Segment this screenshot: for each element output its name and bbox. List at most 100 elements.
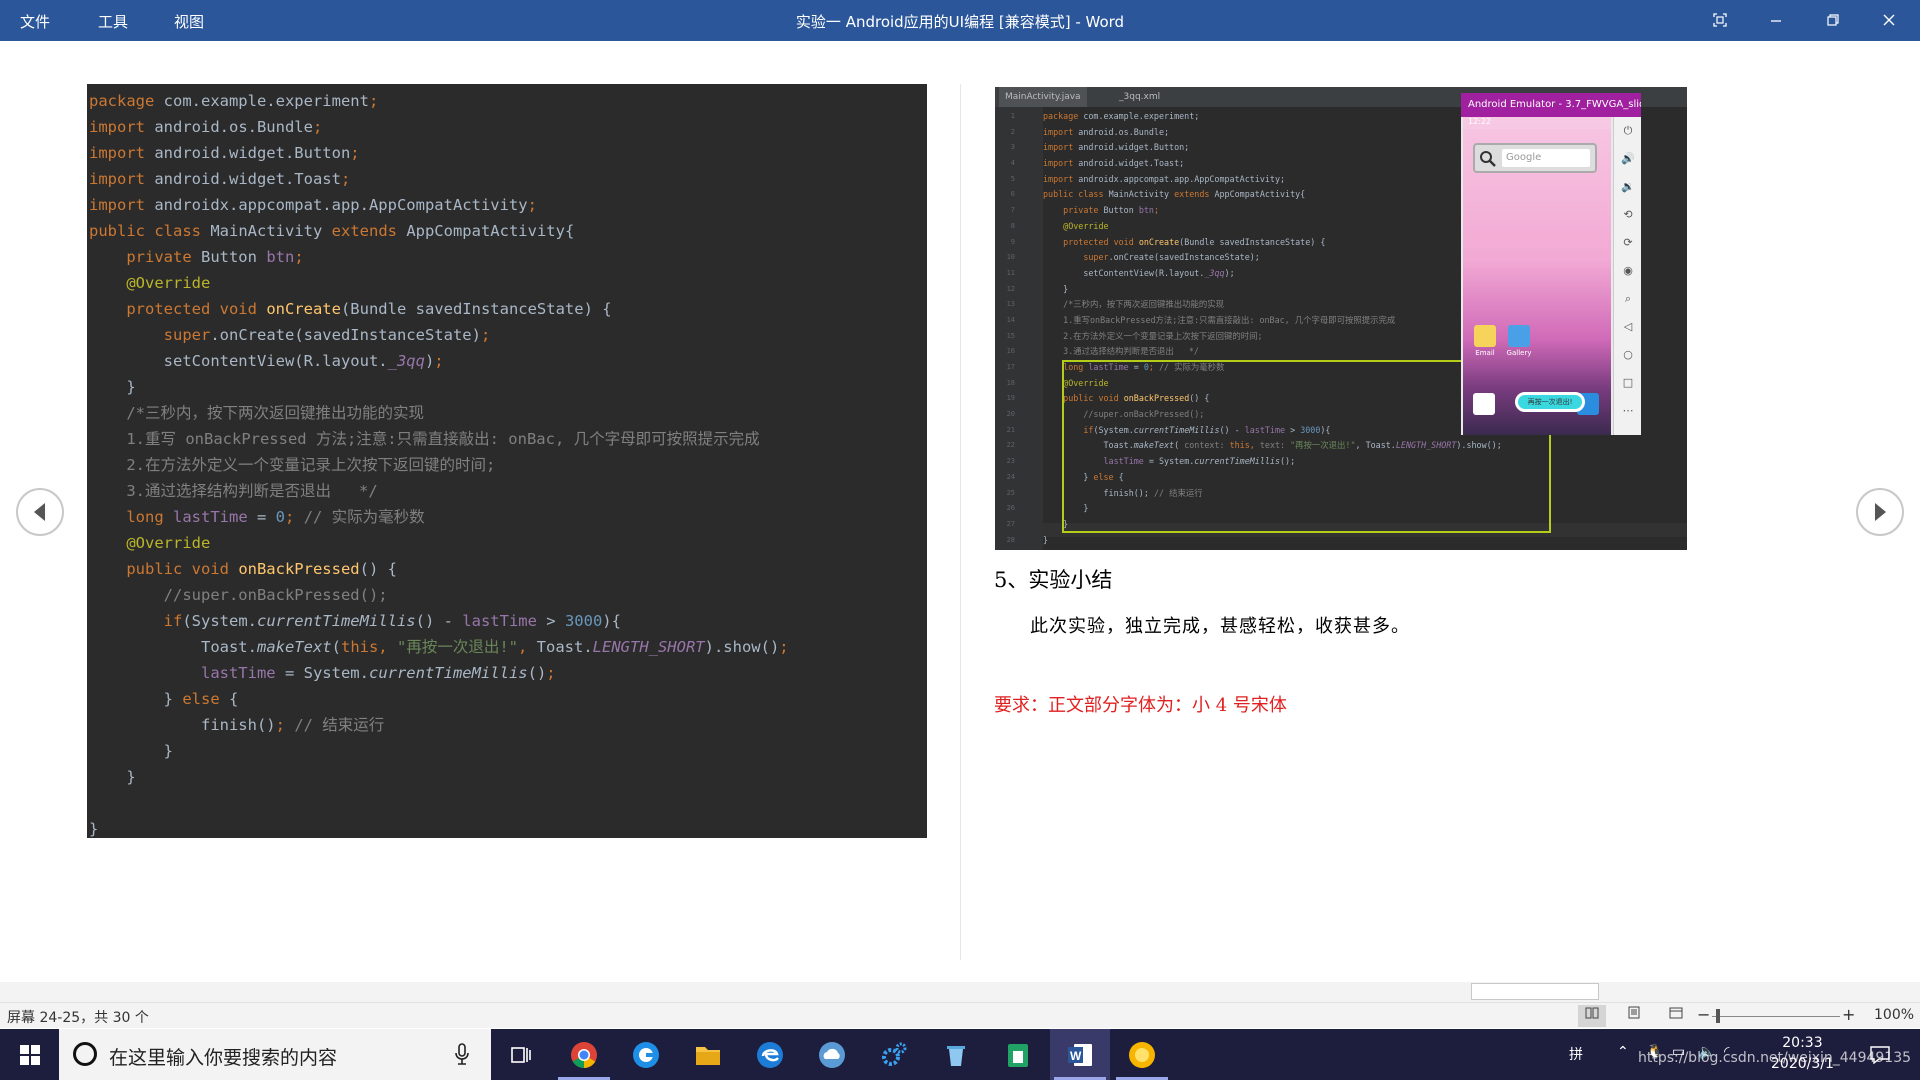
- code-line: import android.os.Bundle;: [87, 114, 927, 140]
- edge-taskbar-button[interactable]: [740, 1029, 800, 1080]
- code-token: protected void: [126, 300, 267, 318]
- ime-icon[interactable]: 拼: [1569, 1044, 1583, 1064]
- arrow-right-icon: [1875, 503, 1886, 521]
- settings-taskbar-button[interactable]: [864, 1029, 924, 1080]
- code-line: } else {: [87, 686, 927, 712]
- page-indicator: 屏幕 24-25，共 30 个: [7, 1010, 149, 1026]
- code-token: setContentView(R.layout.: [1043, 267, 1205, 278]
- clipboard-taskbar-button[interactable]: [988, 1029, 1048, 1080]
- zoom-icon[interactable]: ⌕: [1614, 285, 1642, 313]
- line-number: 26: [1006, 504, 1015, 513]
- code-token: AppCompatActivity{: [1214, 189, 1306, 200]
- fullscreen-button[interactable]: [1697, 0, 1743, 41]
- code-token: 3.通过选择结构判断是否退出 */: [89, 482, 378, 500]
- phone-icon[interactable]: [1473, 393, 1495, 415]
- zoom-out-button[interactable]: −: [1697, 1005, 1710, 1024]
- clipboard-icon: [1008, 1044, 1028, 1067]
- emulator-screen[interactable]: 12:22 Google Email Gallery 再按一次退出!: [1463, 117, 1611, 435]
- code-token: lastTime: [173, 508, 257, 526]
- previous-page-button[interactable]: [16, 488, 64, 536]
- line-number: 20: [1006, 410, 1015, 419]
- overview-icon[interactable]: □: [1614, 369, 1642, 397]
- close-button[interactable]: [1866, 0, 1912, 41]
- start-button[interactable]: [0, 1029, 59, 1080]
- code-token: ,: [517, 638, 537, 656]
- google-search-field[interactable]: Google: [1502, 149, 1590, 167]
- code-token: finish(): [89, 716, 276, 734]
- book-icon: [1585, 1007, 1599, 1019]
- rotate-right-icon[interactable]: ⟳: [1614, 229, 1642, 257]
- code-token: .onCreate(savedInstanceState): [210, 326, 481, 344]
- google-search-widget[interactable]: Google: [1473, 143, 1597, 173]
- code-token: public class: [1043, 189, 1109, 200]
- email-app[interactable]: Email: [1471, 325, 1499, 357]
- code-token: androidx.appcompat.app.AppCompatActivity…: [1078, 173, 1286, 184]
- zoom-level[interactable]: 100%: [1874, 1007, 1914, 1023]
- power-icon[interactable]: ⏻: [1614, 117, 1642, 145]
- search-icon: [1480, 151, 1496, 167]
- emulator-status-bar: 12:22: [1463, 117, 1611, 129]
- minimize-button[interactable]: [1753, 0, 1799, 41]
- toast-message: 再按一次退出!: [1515, 392, 1585, 412]
- zoom-slider[interactable]: [1712, 1016, 1840, 1017]
- volume-down-icon[interactable]: 🔉: [1614, 173, 1642, 201]
- code-token: // 结束运行: [294, 716, 385, 734]
- line-number: 17: [1006, 363, 1015, 371]
- back-icon[interactable]: ◁: [1614, 313, 1642, 341]
- cortana-icon: [73, 1042, 97, 1066]
- code-token: }: [89, 768, 136, 786]
- web-layout-button[interactable]: [1662, 1005, 1690, 1027]
- zoom-slider-thumb[interactable]: [1716, 1009, 1720, 1023]
- ide-code-line: }: [1043, 533, 1563, 549]
- app-taskbar-button[interactable]: [1112, 1029, 1172, 1080]
- restore-button[interactable]: [1810, 0, 1856, 41]
- taskbar-search[interactable]: 在这里输入你要搜索的内容: [59, 1029, 491, 1080]
- next-page-button[interactable]: [1856, 488, 1904, 536]
- email-icon: [1474, 325, 1496, 347]
- home-icon[interactable]: ○: [1614, 341, 1642, 369]
- horizontal-scrollbar[interactable]: [0, 982, 1920, 1002]
- code-token: (Bundle savedInstanceState) {: [1179, 236, 1326, 247]
- more-icon[interactable]: ⋯: [1614, 397, 1642, 425]
- search-placeholder[interactable]: 在这里输入你要搜索的内容: [109, 1043, 337, 1070]
- task-view-button[interactable]: [490, 1029, 550, 1080]
- chrome-taskbar-button[interactable]: [554, 1029, 614, 1080]
- rotate-left-icon[interactable]: ⟲: [1614, 201, 1642, 229]
- browser-taskbar-button[interactable]: [616, 1029, 676, 1080]
- page-icon: [1628, 1006, 1640, 1019]
- section-heading: 5、实验小结: [994, 568, 1113, 592]
- screenshot-icon[interactable]: ◉: [1614, 257, 1642, 285]
- cloud-taskbar-button[interactable]: [802, 1029, 862, 1080]
- emulator-title: Android Emulator - 3.7_FWVGA_slid...: [1461, 93, 1641, 117]
- code-token: 1.重写onBackPressed方法;注意:只需直接敲出: onBac, 几个…: [1043, 314, 1396, 325]
- zoom-in-button[interactable]: +: [1842, 1005, 1855, 1024]
- code-token: 3.通过选择结构判断是否退出 */: [1043, 346, 1199, 357]
- microphone-icon[interactable]: [455, 1043, 469, 1065]
- recycle-taskbar-button[interactable]: [926, 1029, 986, 1080]
- file-explorer-taskbar-button[interactable]: [678, 1029, 738, 1080]
- code-token: Button: [1103, 205, 1139, 216]
- volume-up-icon[interactable]: 🔊: [1614, 145, 1642, 173]
- code-token: );: [1224, 267, 1235, 278]
- code-line: finish(); // 结束运行: [87, 712, 927, 738]
- print-layout-button[interactable]: [1620, 1005, 1648, 1027]
- code-token: Toast.: [89, 638, 257, 656]
- code-token: import: [1043, 126, 1079, 137]
- chevron-up-icon[interactable]: ⌃: [1617, 1044, 1629, 1060]
- line-number: 14: [1006, 315, 1015, 324]
- notification-icon[interactable]: [1870, 1046, 1890, 1064]
- word-taskbar-button[interactable]: W: [1050, 1029, 1110, 1080]
- code-token: }: [89, 690, 183, 708]
- read-mode-button[interactable]: [1578, 1005, 1606, 1027]
- gallery-app[interactable]: Gallery: [1505, 325, 1533, 357]
- line-number: 24: [1006, 472, 1015, 481]
- code-token: long: [126, 508, 173, 526]
- scrollbar-thumb[interactable]: [1471, 983, 1599, 1000]
- code-token: Button: [200, 248, 267, 266]
- code-token: ;: [340, 170, 351, 188]
